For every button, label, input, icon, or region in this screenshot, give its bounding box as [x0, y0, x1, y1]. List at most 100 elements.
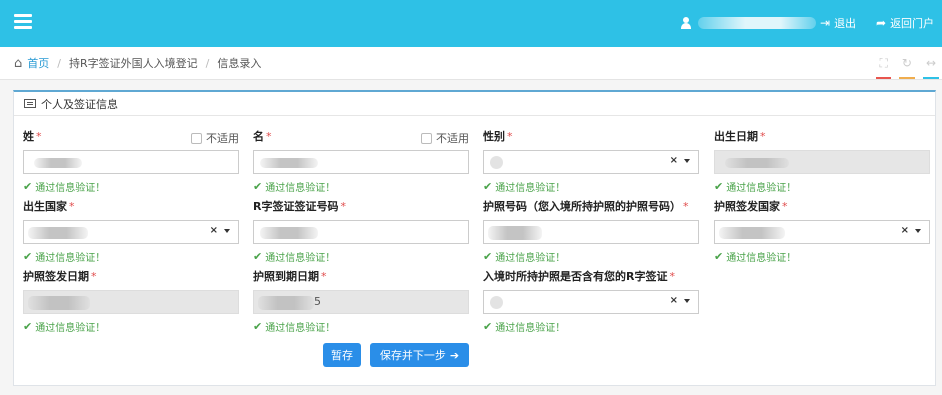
visa-number-input[interactable]: [253, 220, 469, 244]
validation-message: ✔ 通过信息验证！: [483, 180, 566, 194]
logout-link[interactable]: ⇥ 退出: [820, 15, 856, 31]
given-name-not-applicable[interactable]: 不适用: [421, 130, 469, 146]
passport-issue-date-input[interactable]: [23, 290, 239, 314]
redacted-value: [260, 158, 318, 168]
required-mark: *: [69, 200, 75, 213]
breadcrumb-item-registration[interactable]: 持R字签证外国人入境登记: [69, 55, 198, 71]
validation-message: ✔ 通过信息验证！: [253, 320, 336, 334]
passport-expiry-date-field: 护照到期日期 * 5 ✔ 通过信息验证！: [253, 270, 469, 334]
not-applicable-label: 不适用: [206, 132, 239, 145]
return-portal-label: 返回门户: [890, 17, 935, 30]
redacted-value: [28, 296, 90, 310]
chevron-down-icon[interactable]: [915, 229, 921, 233]
required-mark: *: [782, 200, 788, 213]
user-name-redacted: [698, 17, 816, 29]
birth-date-label: 出生日期: [714, 130, 758, 143]
clear-icon[interactable]: ×: [901, 225, 909, 236]
save-and-next-button[interactable]: 保存并下一步 ➔: [370, 343, 469, 367]
required-mark: *: [266, 130, 272, 143]
redacted-value: [34, 158, 82, 168]
checkbox[interactable]: [421, 132, 432, 144]
redacted-value: [258, 296, 314, 310]
clear-icon[interactable]: ×: [670, 295, 678, 306]
breadcrumb-separator: /: [57, 56, 61, 70]
passport-number-input[interactable]: [483, 220, 699, 244]
passport-issue-date-field: 护照签发日期 * ✔ 通过信息验证！: [23, 270, 239, 334]
top-navbar: ⇥ 退出 ➦ 返回门户: [0, 0, 942, 47]
panel-header: 个人及签证信息: [14, 92, 935, 116]
page-tools: ⛶ ↻ ↔: [876, 56, 939, 79]
contains-visa-label: 入境时所持护照是否含有您的R字签证: [483, 270, 668, 283]
save-draft-label: 暂存: [331, 349, 353, 362]
birth-country-select[interactable]: ×: [23, 220, 239, 244]
given-name-input[interactable]: [253, 150, 469, 174]
personal-visa-info-panel: 个人及签证信息 姓 * 不适用 ✔ 通过信息验证！ 名 * 不适用 ✔ 通过信息验证！ …: [13, 90, 936, 386]
birth-date-field: 出生日期 * ✔ 通过信息验证！: [714, 130, 930, 194]
passport-issue-date-label: 护照签发日期: [23, 270, 89, 283]
redacted-value: [490, 156, 503, 169]
clear-icon[interactable]: ×: [210, 225, 218, 236]
passport-expiry-date-label: 护照到期日期: [253, 270, 319, 283]
return-portal-link[interactable]: ➦ 返回门户: [876, 15, 934, 31]
birth-date-input[interactable]: [714, 150, 930, 174]
validation-message: ✔ 通过信息验证！: [253, 250, 336, 264]
user-icon: [680, 17, 692, 29]
redacted-value: [28, 227, 88, 239]
save-and-next-label: 保存并下一步: [379, 349, 446, 362]
given-name-field: 名 * 不适用 ✔ 通过信息验证！: [253, 130, 469, 194]
passport-country-select[interactable]: ×: [714, 220, 930, 244]
not-applicable-label: 不适用: [436, 132, 469, 145]
validation-message: ✔ 通过信息验证！: [23, 320, 106, 334]
arrow-right-icon: ➔: [449, 348, 460, 362]
sign-out-icon: ⇥: [820, 16, 831, 30]
contains-visa-field: 入境时所持护照是否含有您的R字签证 * × ✔ 通过信息验证！: [483, 270, 699, 334]
panel-title: 个人及签证信息: [41, 97, 118, 111]
validation-message: ✔ 通过信息验证！: [483, 320, 566, 334]
checkbox[interactable]: [191, 132, 202, 144]
visa-number-field: R字签证签证号码 * ✔ 通过信息验证！: [253, 200, 469, 264]
clear-icon[interactable]: ×: [670, 155, 678, 166]
contains-visa-select[interactable]: ×: [483, 290, 699, 314]
validation-message: ✔ 通过信息验证！: [23, 180, 106, 194]
refresh-icon[interactable]: ↻: [898, 56, 915, 79]
passport-number-field: 护照号码（您入境所持护照的护照号码） * ✔ 通过信息验证！: [483, 200, 699, 264]
birth-country-label: 出生国家: [23, 200, 67, 213]
gender-label: 性别: [483, 130, 505, 143]
required-mark: *: [683, 200, 689, 213]
user-info[interactable]: [680, 16, 816, 30]
given-name-label: 名: [253, 130, 264, 143]
passport-number-label: 护照号码（您入境所持护照的护照号码）: [483, 200, 681, 213]
required-mark: *: [321, 270, 327, 283]
surname-field: 姓 * 不适用 ✔ 通过信息验证！: [23, 130, 239, 194]
validation-message: ✔ 通过信息验证！: [714, 180, 797, 194]
redacted-value: [725, 158, 789, 168]
chevron-down-icon[interactable]: [684, 299, 690, 303]
fullscreen-icon[interactable]: ⛶: [876, 56, 891, 79]
required-mark: *: [669, 270, 675, 283]
home-icon: ⌂: [14, 55, 23, 71]
breadcrumb-separator: /: [205, 56, 210, 70]
breadcrumb-home[interactable]: 首页: [27, 55, 49, 71]
required-mark: *: [760, 130, 766, 143]
chevron-down-icon[interactable]: [224, 229, 230, 233]
passport-expiry-date-input[interactable]: 5: [253, 290, 469, 314]
logout-label: 退出: [834, 17, 857, 30]
visa-number-label: R字签证签证号码: [253, 200, 339, 213]
redacted-value: [490, 296, 503, 309]
surname-input[interactable]: [23, 150, 239, 174]
required-mark: *: [91, 270, 97, 283]
surname-not-applicable[interactable]: 不适用: [191, 130, 239, 146]
save-draft-button[interactable]: 暂存: [323, 343, 361, 367]
gender-select[interactable]: ×: [483, 150, 699, 174]
chevron-down-icon[interactable]: [684, 159, 690, 163]
share-arrow-icon: ➦: [876, 16, 887, 30]
validation-message: ✔ 通过信息验证！: [714, 250, 797, 264]
required-mark: *: [507, 130, 513, 143]
surname-label: 姓: [23, 130, 34, 143]
required-mark: *: [340, 200, 346, 213]
birth-country-field: 出生国家 * × ✔ 通过信息验证！: [23, 200, 239, 264]
collapse-icon[interactable]: ↔: [922, 56, 939, 79]
passport-country-field: 护照签发国家 * × ✔ 通过信息验证！: [714, 200, 930, 264]
hamburger-icon[interactable]: [14, 14, 32, 30]
id-card-icon: [24, 99, 36, 108]
